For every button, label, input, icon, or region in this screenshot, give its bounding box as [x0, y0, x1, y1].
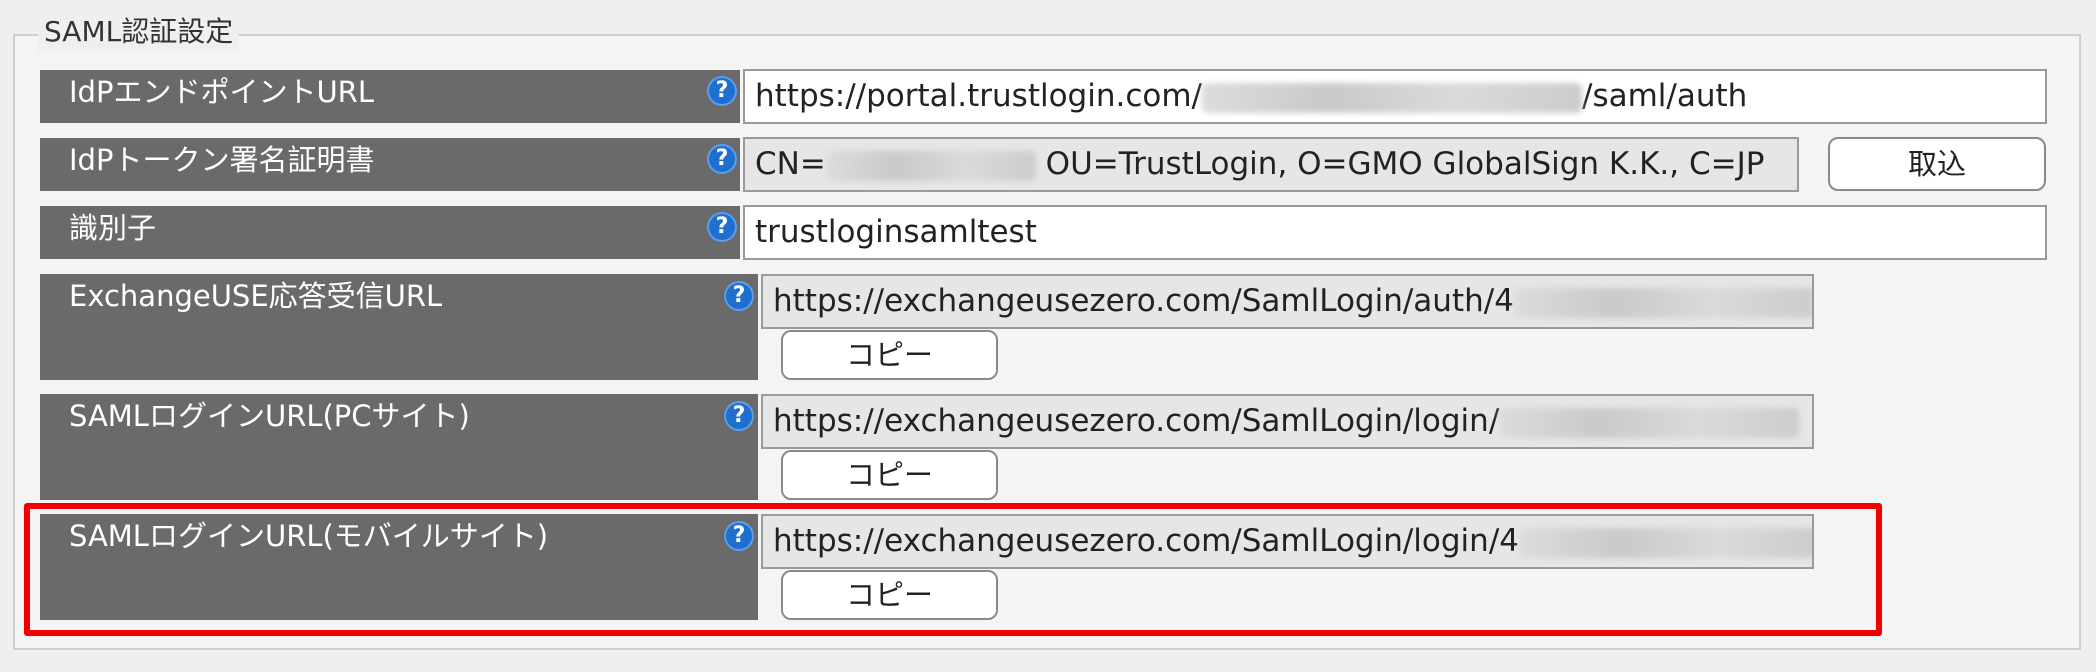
highlight-box: [24, 503, 1882, 636]
copy-button[interactable]: コピー: [781, 450, 998, 500]
help-icon[interactable]: ?: [707, 212, 737, 242]
idp-token-certificate-field[interactable]: CN= OU=TrustLogin, O=GMO GlobalSign K.K.…: [743, 137, 1799, 192]
saml-login-url-pc-field[interactable]: https://exchangeusezero.com/SamlLogin/lo…: [761, 394, 1814, 449]
section-title: SAML認証設定: [38, 12, 240, 52]
redacted-segment: [1202, 82, 1583, 113]
redacted-segment: [1499, 407, 1800, 438]
help-icon[interactable]: ?: [707, 76, 737, 106]
help-icon[interactable]: ?: [724, 401, 754, 431]
import-button[interactable]: 取込: [1828, 137, 2046, 191]
help-icon[interactable]: ?: [724, 281, 754, 311]
label-exchangeuse-acs-url: ExchangeUSE応答受信URL: [40, 274, 758, 380]
redacted-segment: [1513, 287, 1812, 318]
exchangeuse-acs-url-field[interactable]: https://exchangeusezero.com/SamlLogin/au…: [761, 274, 1814, 329]
label-identifier: 識別子: [40, 206, 740, 259]
identifier-field[interactable]: trustloginsamltest: [743, 205, 2047, 260]
label-saml-login-url-pc: SAMLログインURL(PCサイト): [40, 394, 758, 500]
help-icon[interactable]: ?: [707, 144, 737, 174]
copy-button[interactable]: コピー: [781, 330, 998, 380]
redacted-segment: [825, 150, 1036, 181]
idp-endpoint-url-field[interactable]: https://portal.trustlogin.com//saml/auth: [743, 69, 2047, 124]
label-idp-endpoint-url: IdPエンドポイントURL: [40, 70, 740, 123]
label-idp-token-certificate: IdPトークン署名証明書: [40, 138, 740, 191]
